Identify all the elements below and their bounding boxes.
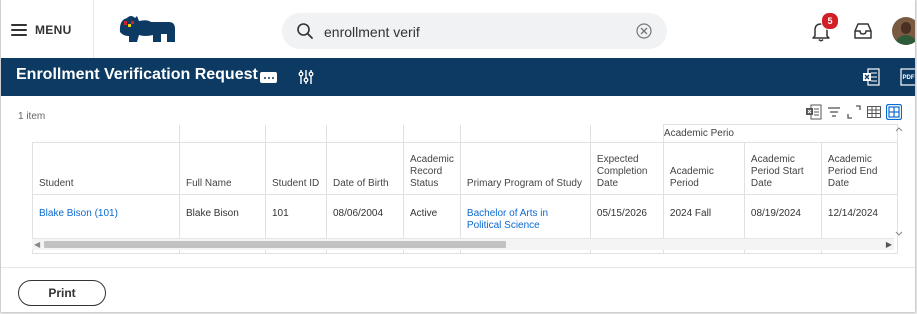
column-header[interactable]: Academic Period Start Date [743,142,822,195]
column-header[interactable]: Expected Completion Date [589,142,664,195]
column-header[interactable]: Academic Record Status [403,142,461,195]
vertical-scrollbar[interactable] [894,125,904,240]
enrollment-table: Academic Perio Student Full Name Student… [32,124,898,254]
search-bar [282,13,667,49]
inbox-icon[interactable] [853,22,873,40]
column-header[interactable]: Student [32,142,180,195]
scroll-left-icon[interactable]: ◀ [34,240,40,249]
column-header[interactable]: Academic Period End Date [820,142,898,195]
group-header: Academic Perio [662,124,898,143]
search-icon[interactable] [296,22,314,40]
export-pdf-icon[interactable]: PDF [900,68,915,86]
sliders-icon[interactable] [298,69,314,85]
column-header[interactable]: Academic Period [662,142,745,195]
related-actions-button[interactable] [260,72,277,83]
scroll-right-icon[interactable]: ▶ [886,240,892,249]
export-to-excel-icon[interactable] [806,104,822,120]
program-link[interactable]: Bachelor of Arts in Political Science [467,208,548,231]
filter-icon[interactable] [826,104,842,120]
fullscreen-icon[interactable] [846,104,862,120]
print-button[interactable]: Print [18,280,106,306]
user-avatar[interactable] [892,17,915,45]
divider [93,0,94,58]
grid-view-icon[interactable] [886,104,902,120]
top-bar: MENU 5 [1,0,915,59]
column-header[interactable]: Primary Program of Study [459,142,591,195]
column-header[interactable]: Full Name [179,142,266,195]
table-view-icon[interactable] [866,104,882,120]
column-header[interactable]: Student ID [265,142,327,195]
app-window: MENU 5 [1,0,915,312]
student-link[interactable]: Blake Bison (101) [39,208,118,219]
menu-label: MENU [35,23,72,37]
bison-logo[interactable] [117,12,179,46]
divider [1,267,915,268]
page-header: Enrollment Verification Request PDF [1,58,915,96]
export-excel-icon[interactable] [863,68,880,86]
column-header[interactable]: Date of Birth [326,142,404,195]
item-count: 1 item [18,111,46,122]
page-title: Enrollment Verification Request [16,66,258,83]
clear-search-icon[interactable] [635,22,653,40]
menu-button[interactable]: MENU [11,19,72,41]
search-input[interactable] [322,19,626,45]
svg-text:PDF: PDF [903,75,915,81]
horizontal-scrollbar[interactable]: ◀ ▶ [32,238,894,250]
notification-count-badge: 5 [821,12,839,30]
hamburger-icon [11,24,27,36]
scroll-thumb[interactable] [44,241,506,248]
